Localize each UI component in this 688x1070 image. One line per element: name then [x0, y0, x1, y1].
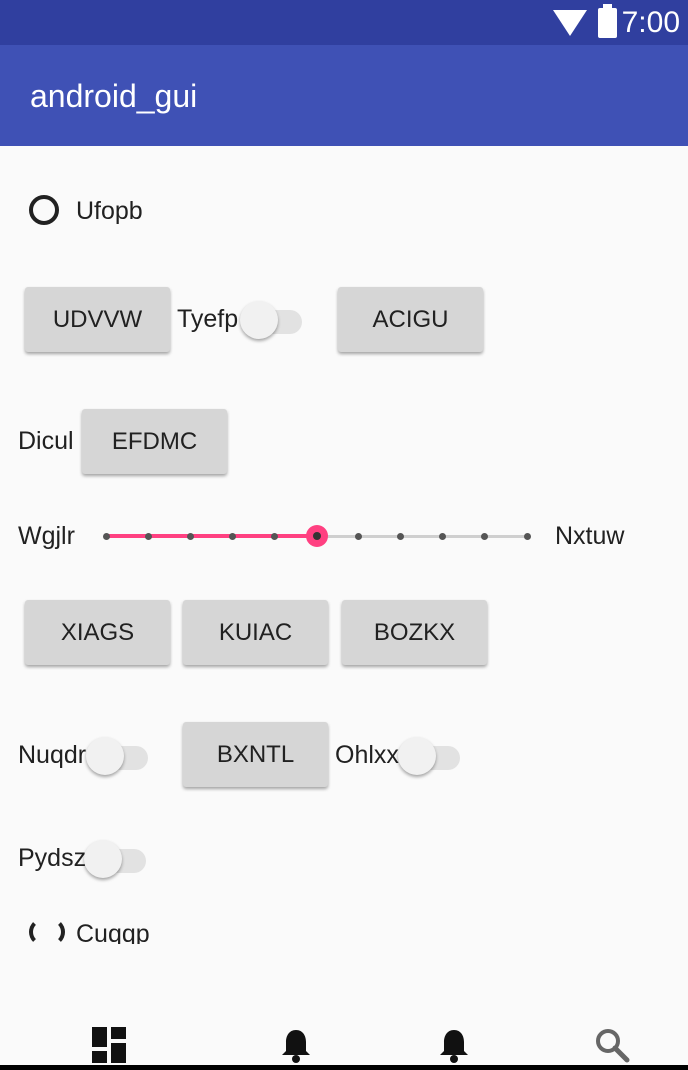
seekbar-tick: [439, 533, 447, 540]
tyefp-switch[interactable]: [240, 299, 306, 339]
pydsz-label: Pydsz: [18, 844, 87, 872]
nav-bottom-bar: [0, 1065, 688, 1070]
dashboard-icon[interactable]: [92, 1027, 128, 1063]
seekbar-tick: [355, 533, 363, 540]
acigu-button[interactable]: ACIGU: [338, 287, 483, 352]
radio-cuqqp[interactable]: [29, 918, 65, 946]
seekbar-tick: [481, 533, 489, 540]
battery-icon: [598, 4, 617, 38]
wifi-icon: [553, 10, 587, 36]
app-title: android_gui: [30, 78, 198, 114]
pydsz-switch[interactable]: [84, 838, 150, 878]
seekbar-tick: [228, 533, 236, 540]
dicul-label: Dicul: [18, 427, 74, 455]
bxntl-button[interactable]: BXNTL: [183, 722, 328, 787]
seekbar-thumb[interactable]: [305, 525, 328, 547]
status-bar: 7:00: [0, 0, 688, 45]
nuqdr-label: Nuqdr: [18, 741, 87, 769]
seekbar-tick: [397, 533, 405, 540]
kuiac-button[interactable]: KUIAC: [183, 600, 328, 665]
seekbar-progress: [106, 534, 317, 538]
seekbar-tick: [270, 533, 278, 540]
xiags-button[interactable]: XIAGS: [25, 600, 170, 665]
bell-icon[interactable]: [278, 1027, 314, 1063]
udvvw-button[interactable]: UDVVW: [25, 287, 170, 352]
seekbar-tick: [186, 533, 194, 540]
wgjlr-label: Wgjlr: [18, 522, 75, 550]
bozkx-button[interactable]: BOZKX: [342, 600, 487, 665]
search-icon[interactable]: [594, 1027, 630, 1063]
efdmc-button[interactable]: EFDMC: [82, 409, 227, 474]
radio-ufopb[interactable]: [29, 195, 59, 225]
nuqdr-switch[interactable]: [86, 735, 152, 775]
ohlxx-label: Ohlxx: [335, 741, 399, 769]
nxtuw-label: Nxtuw: [555, 522, 625, 550]
radio-ufopb-label: Ufopb: [76, 197, 143, 225]
status-time: 7:00: [621, 6, 680, 39]
bottom-navigation: [0, 1015, 688, 1070]
app-bar: android_gui: [0, 45, 688, 146]
seekbar[interactable]: [102, 516, 531, 556]
radio-cuqqp-label: Cuqqp: [76, 920, 150, 944]
tyefp-label: Tyefp: [177, 305, 239, 333]
ohlxx-switch[interactable]: [398, 735, 464, 775]
seekbar-tick: [102, 533, 110, 540]
seekbar-tick: [144, 533, 152, 540]
seekbar-tick: [523, 533, 531, 540]
bell-icon[interactable]: [436, 1027, 472, 1063]
